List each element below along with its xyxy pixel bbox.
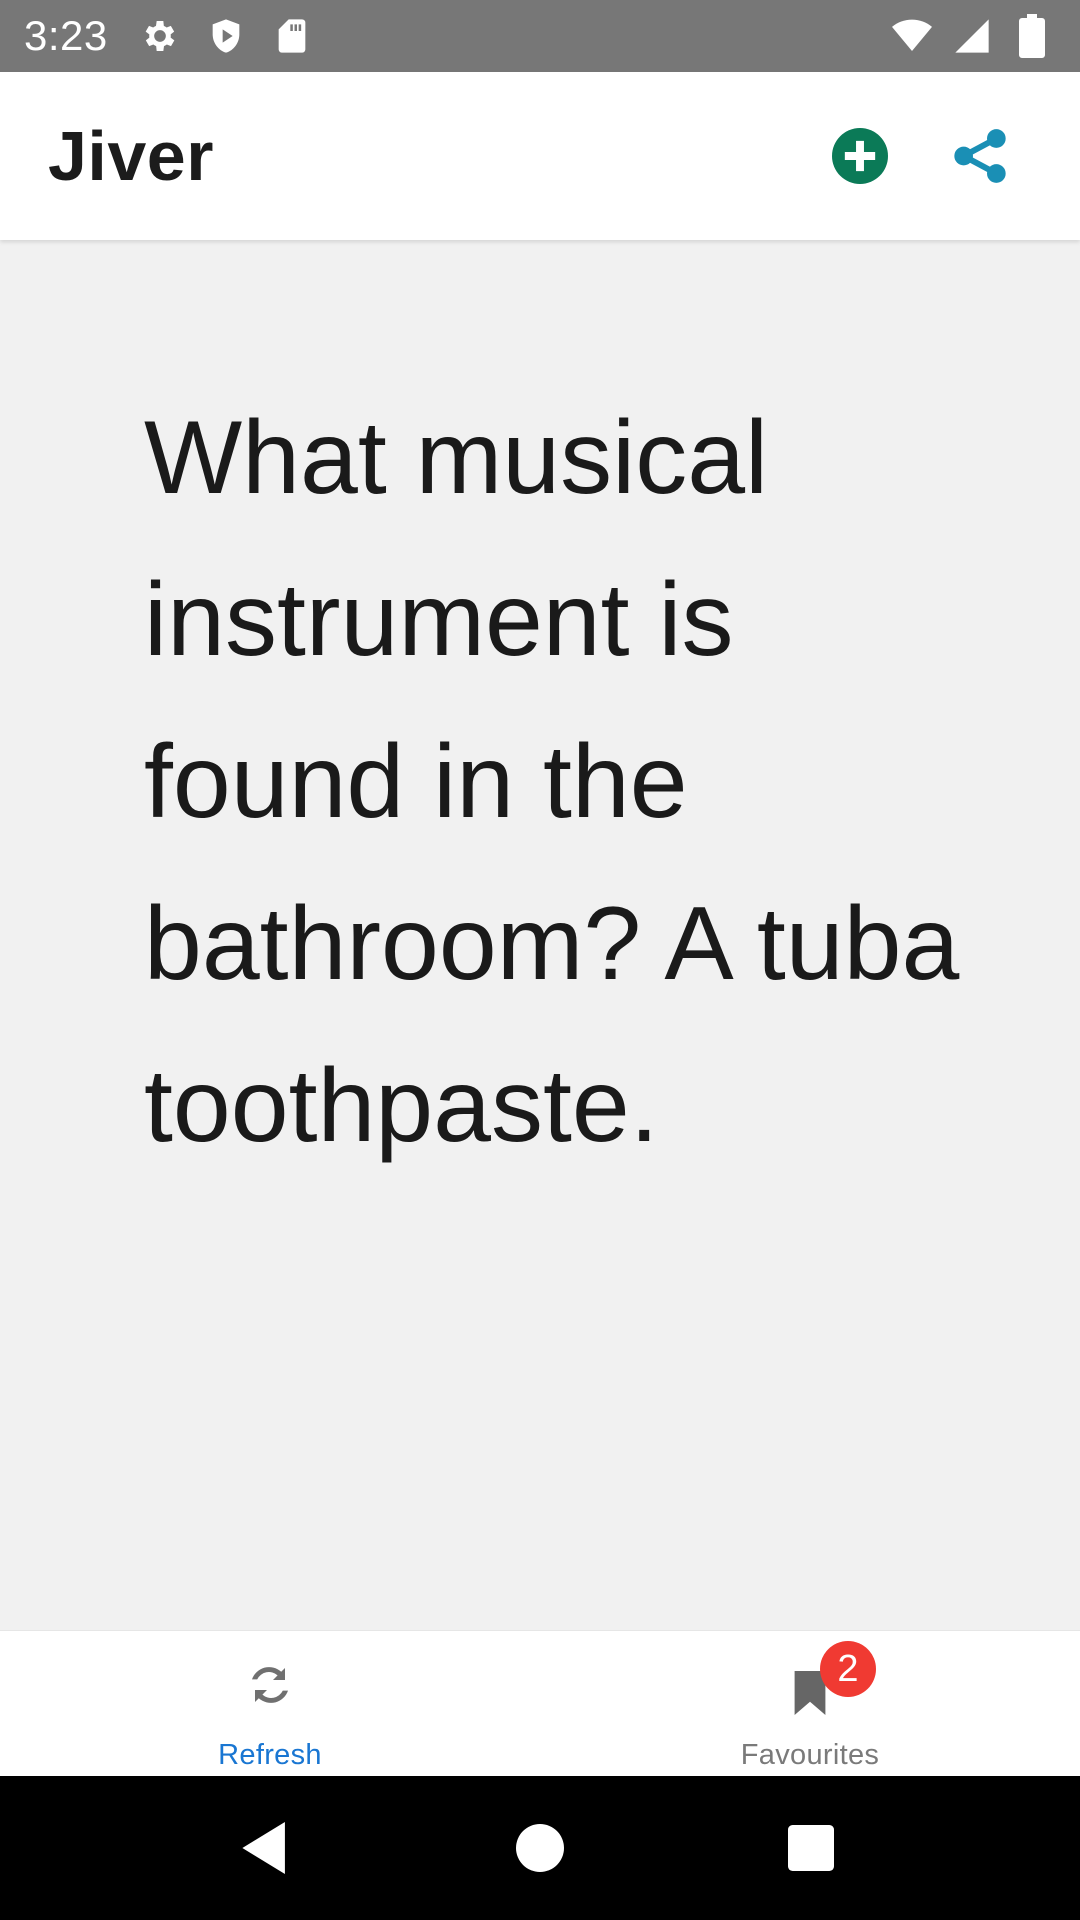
joke-text: What musical instrument is found in the …	[144, 400, 960, 1164]
share-icon	[954, 129, 1006, 183]
add-button[interactable]	[830, 126, 890, 186]
back-button[interactable]	[240, 1822, 292, 1874]
add-icon	[832, 128, 888, 184]
joke-content-area: What musical instrument is found in the …	[0, 240, 1080, 1630]
settings-icon	[140, 16, 180, 56]
recents-icon	[788, 1825, 834, 1871]
app-title: Jiver	[48, 117, 214, 195]
bottom-navigation: Refresh 2 Favourites	[0, 1630, 1080, 1776]
app-actions	[830, 126, 1010, 186]
share-button[interactable]	[950, 126, 1010, 186]
cell-signal-icon	[952, 16, 992, 56]
recents-button[interactable]	[785, 1822, 837, 1874]
nav-label-favourites: Favourites	[740, 1739, 880, 1771]
status-bar: 3:23	[0, 0, 1080, 72]
battery-icon	[1012, 14, 1052, 58]
refresh-icon	[244, 1659, 296, 1711]
nav-item-favourites[interactable]: 2 Favourites	[540, 1631, 1080, 1776]
status-time: 3:23	[24, 12, 108, 59]
status-left: 3:23	[24, 12, 338, 60]
system-navigation-bar	[0, 1776, 1080, 1920]
app-bar: Jiver	[0, 72, 1080, 240]
shield-play-icon	[206, 16, 246, 56]
favourites-badge: 2	[820, 1641, 876, 1697]
status-right	[872, 14, 1052, 58]
back-icon	[242, 1822, 285, 1874]
wifi-icon	[892, 16, 932, 56]
sd-card-icon	[272, 16, 312, 56]
nav-item-refresh[interactable]: Refresh	[0, 1631, 540, 1776]
home-icon	[516, 1824, 564, 1872]
home-button[interactable]	[514, 1822, 566, 1874]
nav-label-refresh: Refresh	[218, 1739, 322, 1771]
